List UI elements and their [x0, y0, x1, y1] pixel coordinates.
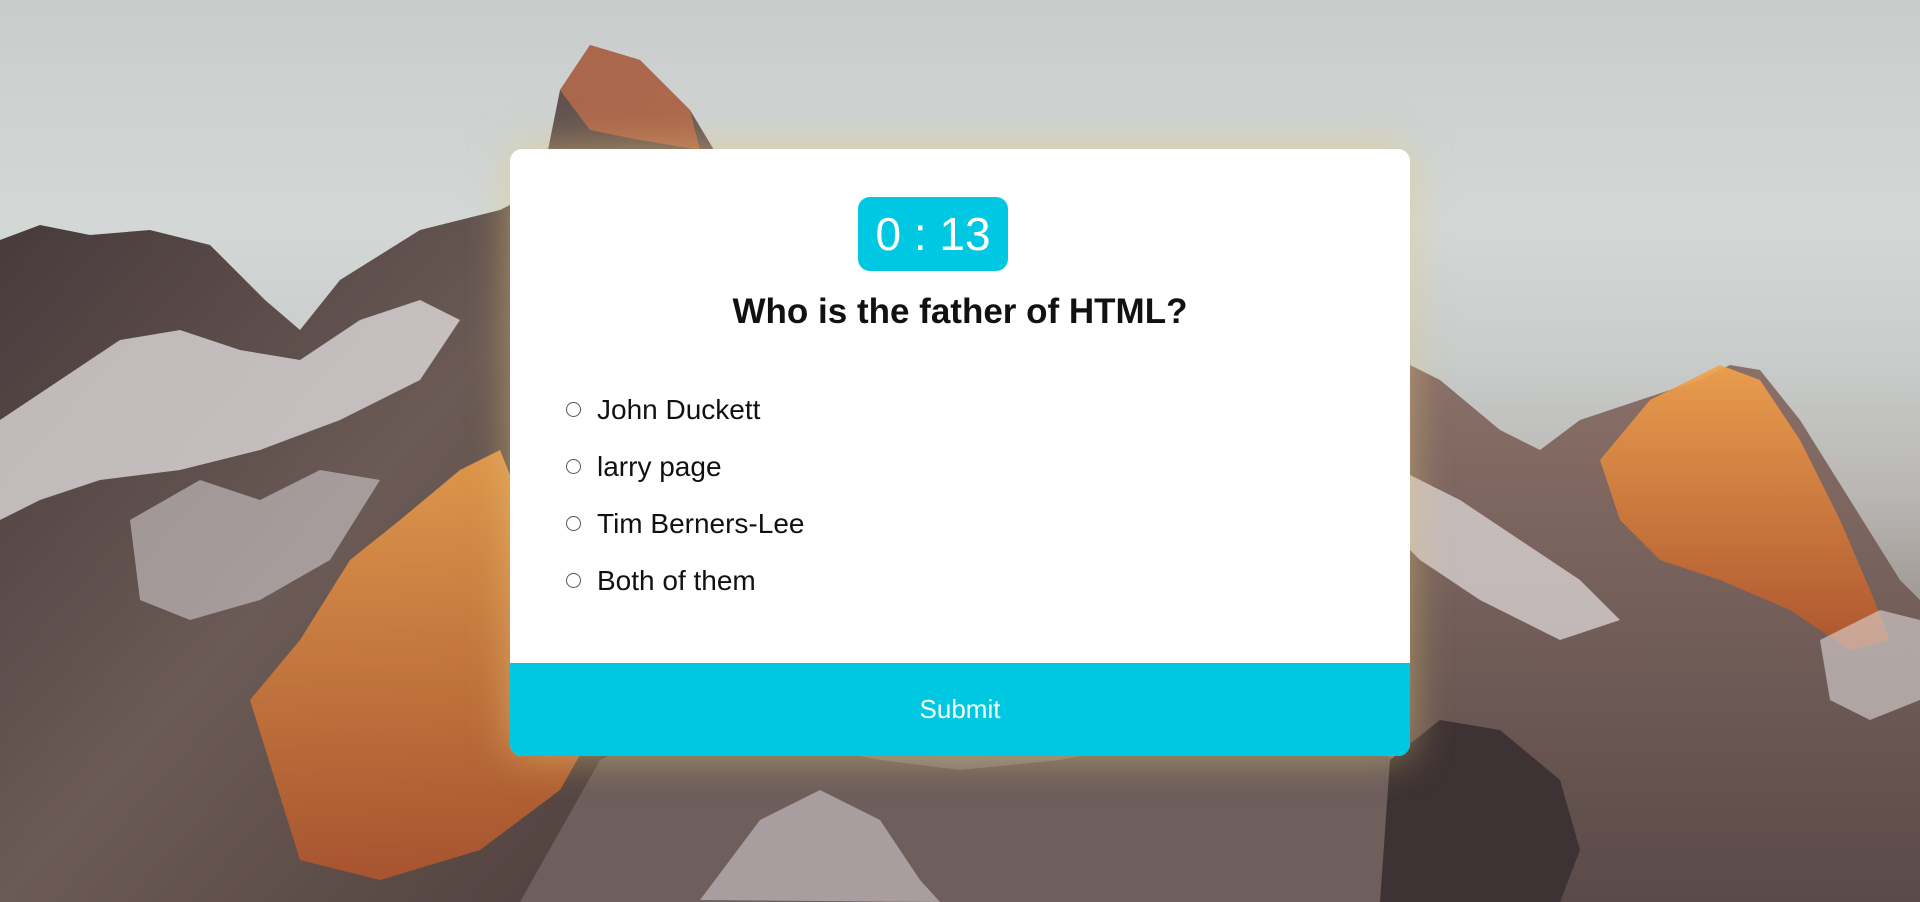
countdown-timer: 0 : 13 — [858, 197, 1008, 271]
answer-option[interactable]: Both of them — [566, 552, 804, 609]
answer-option[interactable]: John Duckett — [566, 381, 804, 438]
radio-button[interactable] — [566, 459, 581, 474]
radio-button[interactable] — [566, 402, 581, 417]
quiz-card: 0 : 13 Who is the father of HTML? John D… — [510, 149, 1410, 756]
answer-option[interactable]: Tim Berners-Lee — [566, 495, 804, 552]
submit-button[interactable]: Submit — [510, 663, 1410, 756]
answer-option-label: Tim Berners-Lee — [597, 507, 805, 539]
radio-button[interactable] — [566, 516, 581, 531]
question-text: Who is the father of HTML? — [732, 292, 1188, 331]
answer-option[interactable]: larry page — [566, 438, 804, 495]
answer-option-label: Both of them — [597, 564, 756, 596]
answer-option-label: larry page — [597, 450, 722, 482]
answer-options-list: John Duckett larry page Tim Berners-Lee … — [566, 381, 804, 609]
radio-button[interactable] — [566, 573, 581, 588]
answer-option-label: John Duckett — [597, 393, 761, 425]
